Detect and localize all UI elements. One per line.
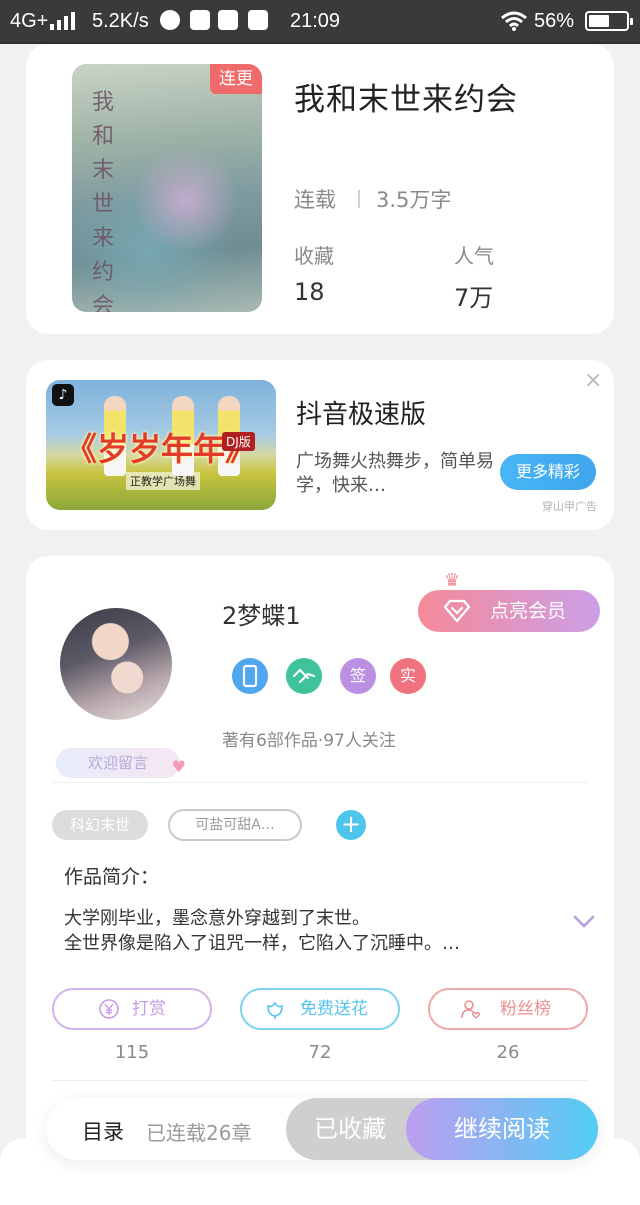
status-bar: 4G+ 5.2K/s 21:09 56% [0,0,640,42]
vip-button-label: 点亮会员 [490,600,567,622]
popularity-value: 7万 [454,284,494,312]
chevron-down-icon[interactable] [572,914,596,930]
s-icon [218,10,238,30]
ad-more-button[interactable]: 更多精彩 [500,454,596,490]
message-icon [248,10,268,30]
free-flower-label: 免费送花 [300,999,368,1019]
handshake-badge-icon[interactable] [286,658,322,694]
phone-badge-icon[interactable] [232,658,268,694]
free-flower-button[interactable]: 免费送花 [240,988,400,1030]
ad-image-caption: 正教学广场舞 [126,472,200,490]
fans-count: 26 [496,1042,520,1063]
network-speed: 5.2K/s [92,10,149,32]
fans-ranking-button[interactable]: 粉丝榜 [428,988,588,1030]
battery-percent: 56% [534,10,575,32]
cover-title: 我 和 末 世 来 约 会 [91,90,114,312]
book-meta: 连载 3.5万字 [294,184,451,214]
yuan-icon [99,999,119,1019]
favorites-value: 18 [294,278,325,306]
reward-count: 115 [114,1042,150,1063]
ad-image[interactable]: ♪ 《岁岁年年》 DJ版 正教学广场舞 [46,380,276,510]
image-icon [190,10,210,30]
sign-badge-icon[interactable]: 签 [340,658,376,694]
ad-card[interactable]: ♪ 《岁岁年年》 DJ版 正教学广场舞 抖音极速版 广场舞火热舞步，简单易学，快… [26,360,614,530]
app-icon [160,10,180,30]
book-cover[interactable]: 我 和 末 世 来 约 会 连更 [72,64,262,312]
crown-icon: ♛ [444,570,461,591]
genre-tag[interactable]: 科幻末世 [52,810,148,840]
serial-update-tag: 连更 [210,64,262,94]
intro-line: 全世界像是陷入了诅咒一样，它陷入了沉睡中。… [64,933,460,954]
bottom-action-bar: 目录 已连载26章 已收藏 继续阅读 [46,1098,598,1160]
welcome-message-button[interactable]: 欢迎留言 [56,748,186,782]
ad-description: 广场舞火热舞步，简单易学，快来… [296,451,494,496]
divider [52,1080,588,1081]
reward-button[interactable]: 打赏 [52,988,212,1030]
custom-tag[interactable]: 可盐可甜A… [168,809,302,841]
wifi-icon [501,11,527,31]
signal-icon [50,12,78,30]
divider [52,782,588,783]
book-status: 连载 [294,188,336,212]
avatar[interactable] [60,608,172,720]
word-count: 3.5万字 [376,188,452,212]
vip-button[interactable]: 点亮会员 [418,590,600,632]
user-heart-icon [461,1000,481,1019]
favorites-label: 收藏 [294,244,334,268]
intro-line: 大学刚毕业，墨念意外穿越到了末世。 [64,908,370,929]
ad-image-badge: DJ版 [222,432,255,451]
clock: 21:09 [290,10,341,32]
author-stats: 著有6部作品·97人关注 [222,731,396,751]
book-info-card: 我 和 末 世 来 约 会 连更 我和末世来约会 连载 3.5万字 收藏 18 … [26,44,614,334]
diamond-icon [444,599,470,623]
battery-level [589,15,610,27]
meta-divider [358,190,360,208]
intro-label: 作品简介： [64,866,160,888]
chapter-count: 已连载26章 [146,1121,252,1145]
verified-badge-icon[interactable]: 实 [390,658,426,694]
flower-count: 72 [308,1042,332,1063]
douyin-logo-icon: ♪ [52,384,74,406]
close-icon[interactable]: × [584,368,602,393]
fans-ranking-label: 粉丝榜 [500,999,551,1019]
flower-icon [267,1001,283,1019]
battery-icon [585,11,633,31]
author-name[interactable]: 2梦蝶1 [222,596,301,631]
reward-label: 打赏 [132,999,166,1019]
toc-button[interactable]: 目录 [82,1116,124,1146]
ad-title: 抖音极速版 [296,400,427,430]
book-title: 我和末世来约会 [294,82,518,118]
ad-source-label: 穿山甲广告 [542,500,597,513]
continue-reading-button[interactable]: 继续阅读 [406,1098,598,1160]
intro-text[interactable]: 大学刚毕业，墨念意外穿越到了末世。 全世界像是陷入了诅咒一样，它陷入了沉睡中。… [64,906,564,956]
add-tag-button[interactable]: + [336,810,366,840]
network-type: 4G+ [10,10,49,32]
popularity-label: 人气 [454,244,494,268]
